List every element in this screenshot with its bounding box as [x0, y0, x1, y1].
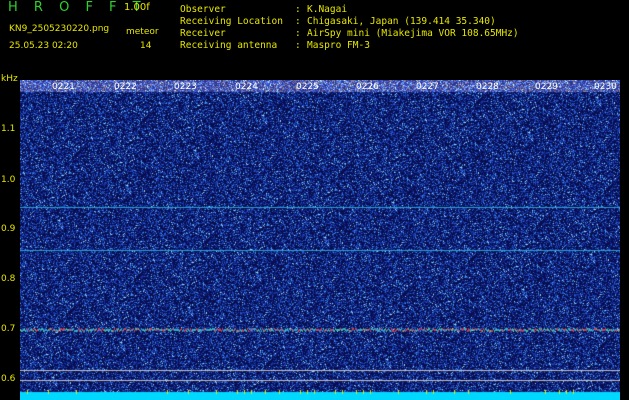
spectrogram-canvas [20, 80, 620, 400]
info-key: Receiving antenna [180, 40, 278, 51]
time-label: 0226 [356, 82, 379, 92]
time-label: 0230 [594, 82, 617, 92]
info-row-location: Receiving Location: Chigasaki, Japan (139… [180, 16, 496, 27]
time-label: 0229 [535, 82, 558, 92]
time-label: 0221 [52, 82, 75, 92]
datetime-label: 25.05.23 02:20 [9, 41, 78, 51]
time-label: 0223 [174, 82, 197, 92]
time-label: 0227 [416, 82, 439, 92]
y-tick-label: 0.8 [1, 274, 16, 284]
info-key: Receiver [180, 28, 226, 39]
time-label: 0222 [114, 82, 137, 92]
meteor-label: meteor [126, 27, 159, 37]
info-key: Receiving Location [180, 16, 283, 27]
y-tick-label: 1.0 [1, 175, 16, 185]
time-label: 0225 [296, 82, 319, 92]
info-row-receiver: Receiver: AirSpy mini (Miakejima VOR 108.… [180, 28, 519, 39]
info-value: Maspro FM-3 [307, 40, 370, 51]
info-key: Observer [180, 4, 226, 15]
version-label: 1.00f [124, 2, 150, 13]
y-tick-label: 1.1 [1, 124, 16, 134]
y-unit-label: kHz [1, 74, 18, 84]
meteor-count: 14 [140, 41, 152, 51]
info-row-antenna: Receiving antenna: Maspro FM-3 [180, 40, 370, 51]
info-row-observer: Observer: K.Nagai [180, 4, 348, 15]
time-label: 0224 [235, 82, 258, 92]
info-value: AirSpy mini (Miakejima VOR 108.65MHz) [307, 28, 519, 39]
info-value: K.Nagai [307, 4, 348, 15]
time-label: 0228 [476, 82, 499, 92]
info-value: Chigasaki, Japan (139.414 35.340) [307, 16, 496, 27]
y-tick-label: 0.9 [1, 224, 16, 234]
filename-label: KN9_2505230220.png [9, 24, 110, 34]
y-tick-label: 0.7 [1, 324, 16, 334]
y-tick-label: 0.6 [1, 374, 16, 384]
